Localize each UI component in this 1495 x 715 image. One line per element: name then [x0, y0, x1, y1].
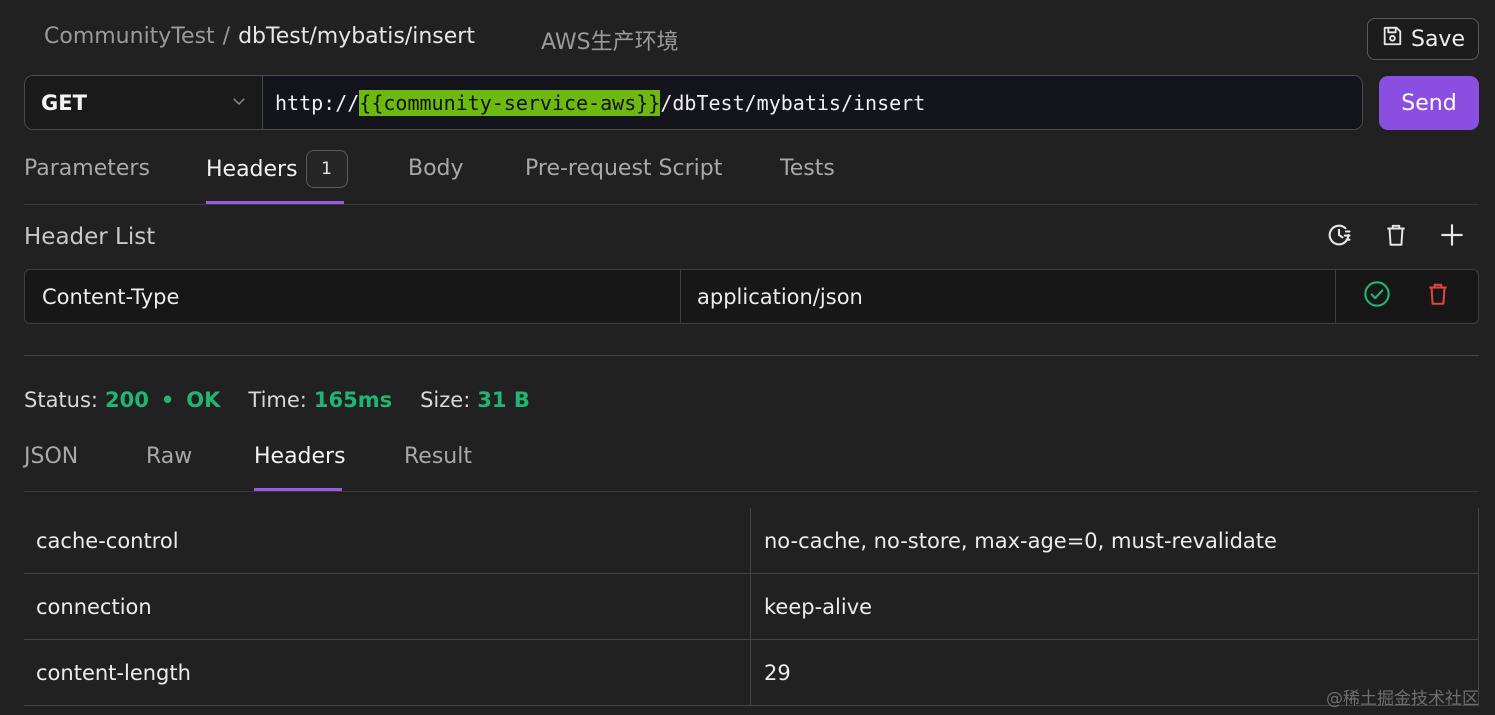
table-row: connection keep-alive	[24, 574, 1479, 640]
time-value: 165ms	[313, 388, 393, 412]
tab-body[interactable]: Body	[408, 156, 464, 181]
url-prefix: http://	[275, 90, 360, 115]
response-tabs-divider	[24, 491, 1479, 492]
send-button[interactable]: Send	[1379, 76, 1479, 130]
chevron-down-icon	[230, 91, 248, 115]
delete-icon[interactable]	[1425, 281, 1451, 312]
request-response-divider	[24, 355, 1479, 356]
breadcrumb: CommunityTest / dbTest/mybatis/insert	[44, 24, 475, 49]
save-label: Save	[1410, 26, 1465, 52]
response-header-value: no-cache, no-store, max-age=0, must-reva…	[751, 508, 1479, 573]
header-row: Content-Type application/json	[24, 269, 1479, 324]
response-header-value: keep-alive	[751, 574, 1479, 639]
watermark: @稀土掘金技术社区	[1326, 689, 1479, 709]
tab-raw[interactable]: Raw	[146, 444, 192, 469]
plus-icon[interactable]	[1436, 219, 1468, 251]
tab-parameters[interactable]: Parameters	[24, 156, 150, 181]
tab-json[interactable]: JSON	[24, 444, 78, 469]
header-row-actions	[1336, 270, 1478, 323]
status-label: Status:	[24, 388, 98, 412]
time-label: Time:	[248, 388, 307, 412]
headers-count-badge: 1	[305, 150, 348, 188]
tab-response-headers[interactable]: Headers	[254, 444, 346, 469]
trash-icon[interactable]	[1380, 219, 1412, 251]
status-dot: •	[160, 388, 175, 412]
table-row: content-length 29	[24, 640, 1479, 706]
method-select[interactable]: GET	[25, 76, 263, 129]
response-status-line: Status: 200 • OK Time: 165ms Size: 31 B	[24, 388, 530, 412]
url-input[interactable]: http:// {{community-service-aws}} /dbTes…	[263, 76, 1362, 129]
breadcrumb-project[interactable]: CommunityTest	[44, 24, 215, 49]
response-header-key: cache-control	[24, 508, 751, 573]
tab-headers-label: Headers	[206, 156, 298, 182]
response-header-key: content-length	[24, 640, 751, 705]
size-label: Size:	[420, 388, 471, 412]
status-text: OK	[186, 388, 221, 412]
tab-headers[interactable]: Headers 1	[206, 150, 348, 188]
header-value-field[interactable]: application/json	[681, 270, 1336, 323]
url-suffix: /dbTest/mybatis/insert	[660, 90, 926, 115]
tab-tests[interactable]: Tests	[780, 156, 835, 181]
breadcrumb-request-path: dbTest/mybatis/insert	[238, 24, 475, 49]
request-bar: GET http:// {{community-service-aws}} /d…	[24, 75, 1363, 130]
tab-result[interactable]: Result	[404, 444, 472, 469]
method-label: GET	[41, 90, 87, 115]
history-icon[interactable]	[1323, 219, 1355, 251]
check-circle-icon[interactable]	[1363, 280, 1391, 313]
tab-pre-request-script[interactable]: Pre-request Script	[525, 156, 722, 181]
environment-label[interactable]: AWS生产环境	[541, 24, 679, 56]
save-icon	[1381, 25, 1403, 53]
table-row: cache-control no-cache, no-store, max-ag…	[24, 508, 1479, 574]
save-button[interactable]: Save	[1367, 18, 1479, 60]
breadcrumb-separator: /	[222, 24, 231, 49]
size-value: 31 B	[477, 388, 530, 412]
response-header-key: connection	[24, 574, 751, 639]
header-list-title: Header List	[24, 224, 156, 250]
header-key-field[interactable]: Content-Type	[25, 270, 681, 323]
status-code: 200	[105, 388, 149, 412]
response-headers-table: cache-control no-cache, no-store, max-ag…	[24, 508, 1479, 706]
tabs-divider	[24, 204, 1479, 205]
url-variable[interactable]: {{community-service-aws}}	[359, 89, 661, 116]
